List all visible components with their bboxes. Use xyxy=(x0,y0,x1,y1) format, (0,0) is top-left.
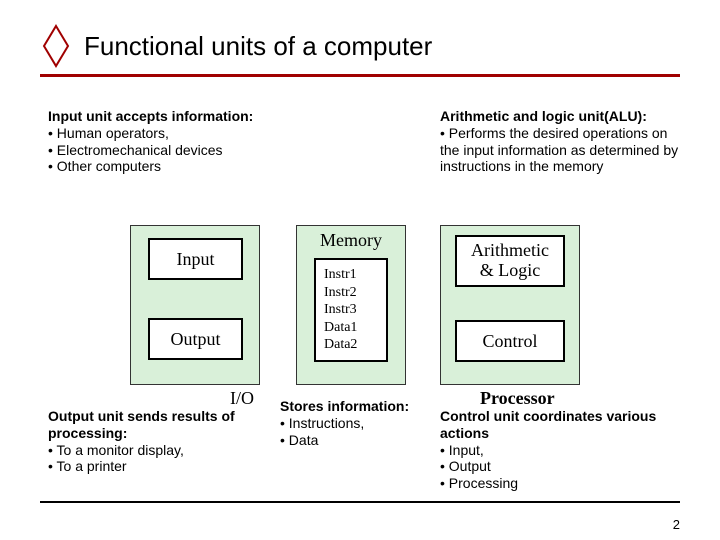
note-memory-item: Instructions, xyxy=(280,415,420,432)
memory-item: Instr3 xyxy=(324,301,378,319)
memory-item: Data1 xyxy=(324,319,378,337)
note-input-item: Electromechanical devices xyxy=(48,142,268,159)
io-label: I/O xyxy=(230,388,254,409)
note-memory: Stores information: Instructions, Data xyxy=(280,398,420,448)
note-output-heading: Output unit sends results of processing: xyxy=(48,408,235,441)
note-memory-item: Data xyxy=(280,432,420,449)
input-box: Input xyxy=(148,238,243,280)
control-box: Control xyxy=(455,320,565,362)
output-box-label: Output xyxy=(170,329,220,350)
diamond-icon xyxy=(42,24,70,68)
bottom-rule xyxy=(40,501,680,503)
alu-box-label: Arithmetic & Logic xyxy=(471,241,549,281)
note-control: Control unit coordinates various actions… xyxy=(440,408,670,492)
control-box-label: Control xyxy=(482,331,537,352)
note-input-item: Human operators, xyxy=(48,125,268,142)
title-rule xyxy=(40,74,680,77)
page-number: 2 xyxy=(673,517,680,532)
page-title: Functional units of a computer xyxy=(84,31,432,62)
memory-item: Instr2 xyxy=(324,284,378,302)
note-control-item: Processing xyxy=(440,475,670,492)
memory-contents: Instr1 Instr2 Instr3 Data1 Data2 xyxy=(314,258,388,362)
note-alu-heading: Arithmetic and logic unit(ALU): xyxy=(440,108,647,124)
title-row: Functional units of a computer xyxy=(0,0,720,68)
output-box: Output xyxy=(148,318,243,360)
note-output-item: To a monitor display, xyxy=(48,442,258,459)
memory-title: Memory xyxy=(297,226,405,251)
note-control-item: Input, xyxy=(440,442,670,459)
input-box-label: Input xyxy=(177,249,215,270)
note-alu: Arithmetic and logic unit(ALU): Performs… xyxy=(440,108,680,175)
note-alu-item: Performs the desired operations on the i… xyxy=(440,125,680,175)
processor-label: Processor xyxy=(480,388,555,409)
note-output: Output unit sends results of processing:… xyxy=(48,408,258,475)
note-memory-heading: Stores information: xyxy=(280,398,409,414)
note-input-item: Other computers xyxy=(48,158,268,175)
memory-item: Data2 xyxy=(324,336,378,354)
note-output-item: To a printer xyxy=(48,458,258,475)
note-input-heading: Input unit accepts information: xyxy=(48,108,253,124)
alu-box: Arithmetic & Logic xyxy=(455,235,565,287)
note-control-heading: Control unit coordinates various actions xyxy=(440,408,656,441)
memory-item: Instr1 xyxy=(324,266,378,284)
note-input: Input unit accepts information: Human op… xyxy=(48,108,268,175)
note-control-item: Output xyxy=(440,458,670,475)
